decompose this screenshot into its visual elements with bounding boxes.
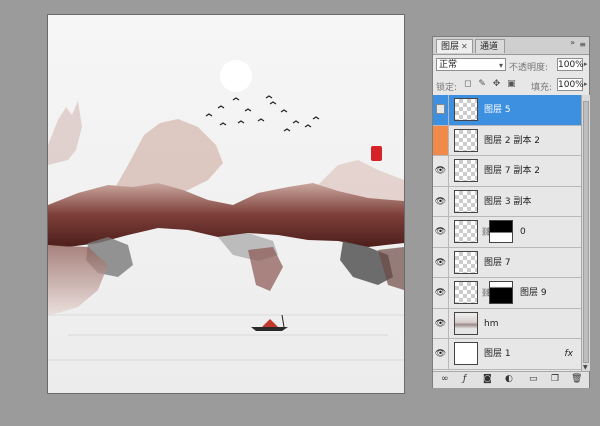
eye-icon[interactable]: 👁 xyxy=(433,186,449,216)
layer-name[interactable]: 图层 3 副本 xyxy=(484,187,531,217)
tab-channels-label: 通道 xyxy=(480,42,499,52)
new-group-icon[interactable]: ▭ xyxy=(529,374,538,384)
ink-landscape-artwork xyxy=(48,15,404,393)
add-mask-icon[interactable]: ◙ xyxy=(483,374,492,384)
adjustment-layer-icon[interactable]: ◐ xyxy=(505,374,513,384)
panel-bottom-toolbar: ∞ ƒ ◙ ◐ ▭ ❐ 🗑 xyxy=(433,371,589,388)
layer-name[interactable]: 图层 9 xyxy=(520,278,547,308)
layer-row[interactable]: 👁 图层 1 fx xyxy=(433,339,581,370)
scroll-thumb[interactable] xyxy=(583,101,589,363)
red-seal-stamp xyxy=(371,146,382,161)
boat-shape xyxy=(251,327,288,331)
fx-icon[interactable]: fx xyxy=(565,339,574,369)
eye-icon[interactable]: 👁 xyxy=(433,308,449,338)
layers-list: 图层 5 ● 图层 2 副本 2 👁 图层 7 副本 2 👁 图层 3 副本 👁… xyxy=(433,95,581,371)
hidden-box-icon xyxy=(436,104,445,114)
layer-thumbnail xyxy=(454,128,478,152)
layer-thumbnail xyxy=(454,220,478,243)
layer-name[interactable]: 图层 7 xyxy=(484,248,511,278)
visibility-toggle[interactable]: ● xyxy=(433,125,449,155)
link-layers-icon[interactable]: ∞ xyxy=(441,374,449,384)
fill-arrow-icon[interactable]: ▸ xyxy=(584,80,588,88)
chevron-down-icon: ▾ xyxy=(498,61,503,70)
layer-row[interactable]: 图层 5 xyxy=(433,95,581,126)
layer-mask-thumbnail[interactable] xyxy=(489,220,513,243)
layer-row[interactable]: 👁 ⛓ 图层 9 xyxy=(433,278,581,309)
layer-name[interactable]: 图层 7 副本 2 xyxy=(484,156,540,186)
tab-layers[interactable]: 图层 ✕ xyxy=(436,39,473,53)
eye-icon[interactable]: 👁 xyxy=(433,278,449,308)
trash-icon[interactable]: 🗑 xyxy=(571,374,582,384)
fill-input[interactable]: 100% xyxy=(557,78,584,91)
document-canvas[interactable] xyxy=(47,14,405,394)
layer-name[interactable]: 图层 2 副本 2 xyxy=(484,126,540,156)
layer-row[interactable]: 👁 图层 7 副本 2 xyxy=(433,156,581,187)
blend-mode-value: 正常 xyxy=(439,60,458,70)
layer-name[interactable]: hm xyxy=(484,309,498,339)
blend-mode-select[interactable]: 正常 ▾ xyxy=(436,58,506,71)
opacity-label: 不透明度: xyxy=(509,63,549,73)
layer-name[interactable]: 0 xyxy=(520,217,526,247)
layer-thumbnail xyxy=(454,159,478,182)
lock-label: 锁定: xyxy=(436,83,458,93)
layer-name[interactable]: 图层 1 xyxy=(484,339,511,369)
scroll-down-icon[interactable]: ▼ xyxy=(583,364,588,371)
close-icon[interactable]: ✕ xyxy=(461,42,468,51)
visibility-toggle[interactable] xyxy=(433,95,449,125)
opacity-arrow-icon[interactable]: ▸ xyxy=(584,60,588,68)
layer-row[interactable]: 👁 hm xyxy=(433,308,581,339)
panel-tabs: 图层 ✕ 通道 » ≡ xyxy=(433,37,589,55)
layer-row[interactable]: 👁 图层 7 xyxy=(433,247,581,278)
panel-menu-icon[interactable]: ≡ xyxy=(579,40,586,49)
lock-row: 锁定: ◻ ✎ ✥ ▣ 填充: 100% ▸ xyxy=(433,75,589,96)
eye-icon[interactable]: 👁 xyxy=(433,339,449,369)
layers-panel: 图层 ✕ 通道 » ≡ 正常 ▾ 不透明度: 100% ▸ 锁定: ◻ ✎ ✥ ▣… xyxy=(432,36,590,388)
layer-thumbnail xyxy=(454,250,478,274)
layer-thumbnail xyxy=(454,98,478,121)
sun-shape xyxy=(220,60,252,92)
layer-thumbnail xyxy=(454,281,478,304)
layer-thumbnail xyxy=(454,311,478,335)
tab-channels[interactable]: 通道 xyxy=(475,39,505,53)
layers-scrollbar[interactable]: ▼ xyxy=(581,95,590,371)
layer-mask-thumbnail[interactable] xyxy=(489,281,513,304)
eye-icon[interactable]: 👁 xyxy=(433,247,449,277)
new-layer-icon[interactable]: ❐ xyxy=(551,374,559,384)
layer-row[interactable]: ● 图层 2 副本 2 xyxy=(433,125,581,156)
layer-row[interactable]: 👁 ⛓ 0 xyxy=(433,217,581,248)
eye-icon[interactable]: 👁 xyxy=(433,156,449,186)
lock-options-icon[interactable]: ◻ ✎ ✥ ▣ xyxy=(464,79,518,89)
fill-label: 填充: xyxy=(531,83,553,93)
layer-name[interactable]: 图层 5 xyxy=(484,95,511,125)
blend-mode-row: 正常 ▾ 不透明度: 100% ▸ xyxy=(433,55,589,75)
tab-layers-label: 图层 xyxy=(441,42,460,52)
collapse-icon[interactable]: » xyxy=(570,38,575,47)
layer-row[interactable]: 👁 图层 3 副本 xyxy=(433,186,581,217)
opacity-input[interactable]: 100% xyxy=(557,58,584,71)
layer-thumbnail xyxy=(454,342,478,365)
layer-thumbnail xyxy=(454,189,478,213)
add-style-icon[interactable]: ƒ xyxy=(463,374,466,384)
eye-icon[interactable]: 👁 xyxy=(433,217,449,247)
